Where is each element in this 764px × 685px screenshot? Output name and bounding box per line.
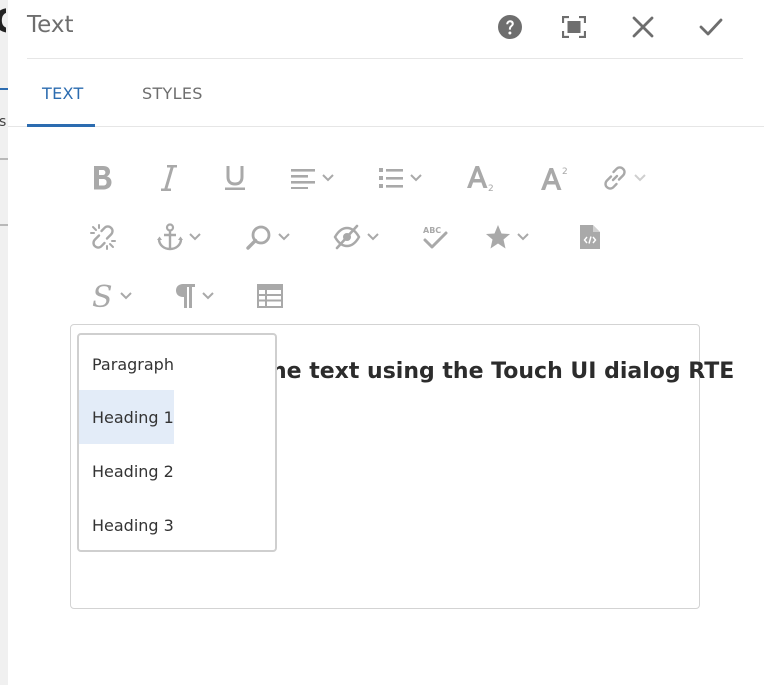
chevron-down-icon bbox=[410, 174, 422, 182]
superscript-icon: 2 bbox=[541, 167, 568, 190]
chevron-down-icon bbox=[517, 233, 529, 241]
image-props-dropdown-button[interactable] bbox=[328, 216, 384, 258]
menu-item-paragraph[interactable]: Paragraph bbox=[79, 337, 179, 391]
subscript-button[interactable]: 2 bbox=[453, 157, 509, 199]
menu-item-heading-2[interactable]: Heading 2 bbox=[79, 444, 179, 498]
background-page-text-fragment: s bbox=[0, 114, 7, 130]
checkmark-icon bbox=[699, 18, 723, 36]
tab-styles[interactable]: STYLES bbox=[142, 84, 203, 103]
list-icon bbox=[379, 168, 403, 188]
find-icon bbox=[246, 225, 271, 250]
spellcheck-icon: ABC bbox=[423, 226, 448, 249]
bold-button[interactable] bbox=[75, 157, 131, 199]
text-dialog: Text TEXT STYLES 2 2 ABC S he text using… bbox=[8, 0, 764, 685]
table-button[interactable] bbox=[242, 275, 298, 317]
chevron-down-icon bbox=[202, 292, 214, 300]
source-edit-button[interactable] bbox=[562, 216, 618, 258]
background-page-heading-fragment: C bbox=[0, 2, 6, 40]
close-icon bbox=[632, 16, 654, 38]
paragraph-format-menu: Paragraph Heading 1 Heading 2 Heading 3 bbox=[77, 333, 277, 552]
svg-text:S: S bbox=[92, 281, 113, 311]
chevron-down-icon bbox=[367, 233, 379, 241]
tabs-divider bbox=[8, 126, 764, 127]
styles-icon: S bbox=[92, 281, 113, 311]
background-page-divider bbox=[0, 158, 8, 160]
chevron-down-icon bbox=[120, 292, 132, 300]
done-button[interactable] bbox=[693, 10, 729, 44]
tab-text[interactable]: TEXT bbox=[42, 84, 84, 103]
image-props-icon bbox=[333, 224, 361, 250]
header-divider bbox=[27, 58, 743, 59]
link-icon bbox=[604, 166, 626, 190]
background-page-accent-line bbox=[0, 88, 8, 90]
svg-text:2: 2 bbox=[562, 167, 568, 177]
editor-content-text: he text using the Touch UI dialog RTE bbox=[271, 359, 735, 384]
list-dropdown-button[interactable] bbox=[372, 157, 428, 199]
underline-button[interactable] bbox=[207, 157, 263, 199]
spellcheck-button[interactable]: ABC bbox=[407, 216, 463, 258]
background-page-strip bbox=[0, 0, 8, 685]
superscript-button[interactable]: 2 bbox=[527, 157, 583, 199]
stage: { "dialog": { "title": "Text" }, "header… bbox=[0, 0, 764, 685]
underline-icon bbox=[225, 166, 245, 190]
help-button[interactable] bbox=[492, 10, 528, 44]
dialog-title: Text bbox=[27, 12, 74, 38]
table-icon bbox=[257, 284, 283, 308]
menu-item-heading-3[interactable]: Heading 3 bbox=[79, 498, 179, 552]
chevron-down-icon bbox=[278, 233, 290, 241]
anchor-icon bbox=[157, 223, 183, 251]
background-page-divider bbox=[0, 224, 8, 226]
chevron-down-icon bbox=[189, 233, 201, 241]
svg-text:ABC: ABC bbox=[423, 226, 441, 235]
paragraph-format-dropdown-button[interactable] bbox=[166, 275, 222, 317]
menu-item-heading-1[interactable]: Heading 1 bbox=[79, 390, 174, 444]
fullscreen-icon bbox=[562, 16, 586, 38]
fullscreen-button[interactable] bbox=[556, 10, 592, 44]
unlink-icon bbox=[90, 224, 116, 250]
anchor-dropdown-button[interactable] bbox=[151, 216, 207, 258]
link-dropdown-button[interactable] bbox=[596, 157, 652, 199]
special-chars-dropdown-button[interactable] bbox=[479, 216, 535, 258]
chevron-down-icon bbox=[634, 174, 646, 182]
special-chars-icon bbox=[486, 225, 510, 249]
justify-icon bbox=[291, 169, 315, 189]
italic-icon bbox=[161, 165, 177, 191]
justify-dropdown-button[interactable] bbox=[284, 157, 340, 199]
help-circle-icon bbox=[498, 15, 522, 39]
chevron-down-icon bbox=[322, 174, 334, 182]
paragraph-format-icon bbox=[176, 284, 195, 308]
source-edit-icon bbox=[580, 225, 600, 249]
unlink-button[interactable] bbox=[75, 216, 131, 258]
active-tab-indicator bbox=[27, 124, 95, 127]
subscript-icon: 2 bbox=[467, 166, 494, 192]
italic-button[interactable] bbox=[141, 157, 197, 199]
svg-text:2: 2 bbox=[488, 184, 494, 192]
close-button[interactable] bbox=[625, 10, 661, 44]
find-replace-dropdown-button[interactable] bbox=[240, 216, 296, 258]
styles-dropdown-button[interactable]: S bbox=[84, 275, 140, 317]
bold-icon bbox=[94, 166, 112, 190]
